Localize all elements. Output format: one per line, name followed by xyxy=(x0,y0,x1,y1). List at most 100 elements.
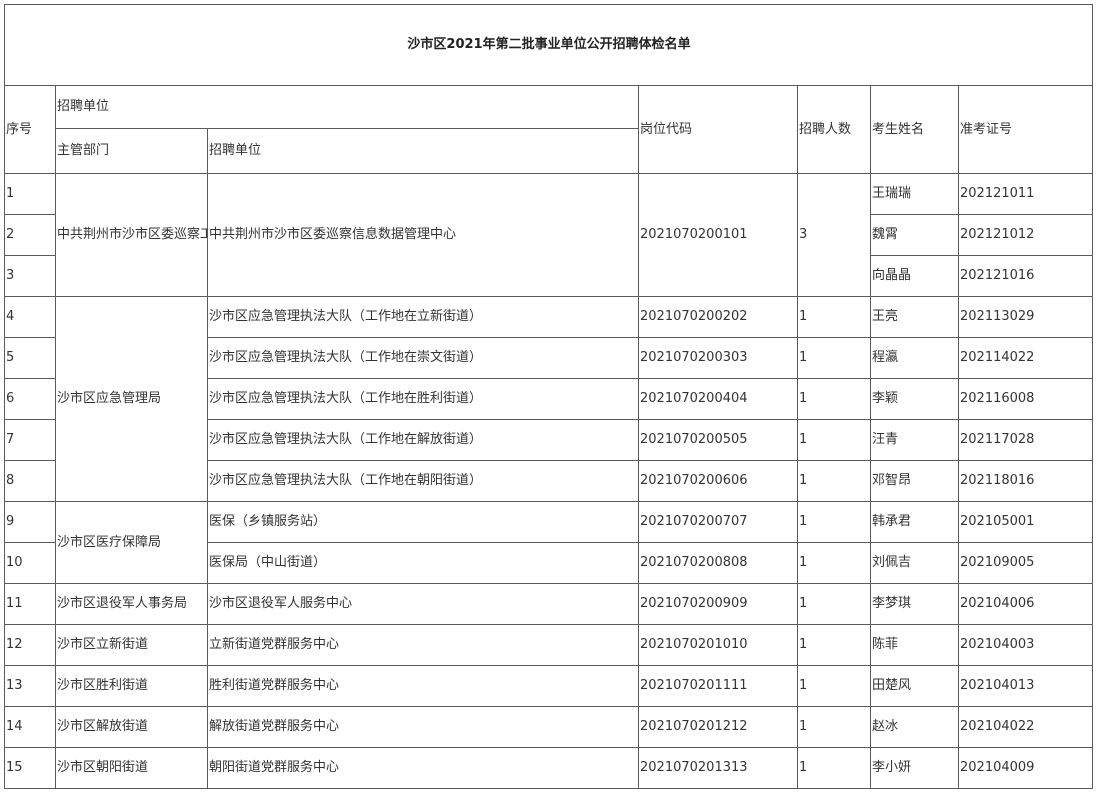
cell-count: 1 xyxy=(797,542,871,584)
cell-unit: 沙市区应急管理执法大队（工作地在胜利街道） xyxy=(207,378,639,420)
cell-name: 李小妍 xyxy=(870,747,959,789)
cell-name: 田楚风 xyxy=(870,665,959,707)
cell-count: 1 xyxy=(797,296,871,338)
cell-ticket: 202118016 xyxy=(957,460,1094,502)
cell-seq: 4 xyxy=(4,296,56,338)
cell-unit: 沙市区应急管理执法大队（工作地在解放街道） xyxy=(207,419,639,461)
cell-seq: 9 xyxy=(4,501,56,543)
cell-ticket: 202104006 xyxy=(957,583,1094,625)
cell-post-code: 2021070200303 xyxy=(638,337,798,379)
cell-unit: 沙市区应急管理执法大队（工作地在立新街道） xyxy=(207,296,639,338)
cell-count: 1 xyxy=(797,460,871,502)
cell-name: 邓智昂 xyxy=(870,460,959,502)
cell-name: 韩承君 xyxy=(870,501,959,543)
header-post-code: 岗位代码 xyxy=(638,85,798,174)
recruitment-table: 沙市区2021年第二批事业单位公开招聘体检名单 序号 招聘单位 岗位代码 招聘人… xyxy=(3,4,1094,789)
table-row: 13 沙市区胜利街道 胜利街道党群服务中心 2021070201111 1 田楚… xyxy=(4,665,1094,707)
cell-ticket: 202104003 xyxy=(957,624,1094,666)
cell-unit: 解放街道党群服务中心 xyxy=(207,706,639,748)
cell-name: 刘佩吉 xyxy=(870,542,959,584)
table-row: 15 沙市区朝阳街道 朝阳街道党群服务中心 2021070201313 1 李小… xyxy=(4,747,1094,789)
table-row: 1 中共荆州市沙市区委巡察工作领导小组办公室 中共荆州市沙市区委巡察信息数据管理… xyxy=(4,173,1094,297)
cell-ticket: 202109005 xyxy=(957,542,1094,584)
cell-ticket: 202113029 xyxy=(957,296,1094,338)
cell-dept: 沙市区应急管理局 xyxy=(55,296,208,502)
cell-seq: 5 xyxy=(4,337,56,379)
cell-post-code: 2021070200606 xyxy=(638,460,798,502)
cell-ticket: 202121011 xyxy=(957,173,1094,215)
table-row: 9 沙市区医疗保障局 医保（乡镇服务站） 2021070200707 1 韩承君… xyxy=(4,501,1094,584)
cell-dept: 中共荆州市沙市区委巡察工作领导小组办公室 xyxy=(55,173,208,297)
cell-unit: 沙市区应急管理执法大队（工作地在崇文街道） xyxy=(207,337,639,379)
table-row: 14 沙市区解放街道 解放街道党群服务中心 2021070201212 1 赵冰… xyxy=(4,706,1094,748)
cell-ticket: 202104013 xyxy=(957,665,1094,707)
cell-seq: 14 xyxy=(4,706,56,748)
cell-name: 李颖 xyxy=(870,378,959,420)
header-name: 考生姓名 xyxy=(870,85,959,174)
cell-seq: 1 xyxy=(4,173,56,215)
cell-name: 李梦琪 xyxy=(870,583,959,625)
cell-count: 1 xyxy=(797,419,871,461)
cell-post-code: 2021070200808 xyxy=(638,542,798,584)
cell-seq: 15 xyxy=(4,747,56,789)
cell-seq: 8 xyxy=(4,460,56,502)
cell-post-code: 2021070201010 xyxy=(638,624,798,666)
cell-seq: 13 xyxy=(4,665,56,707)
cell-post-code: 2021070201313 xyxy=(638,747,798,789)
cell-count: 1 xyxy=(797,747,871,789)
header-recruit-group: 招聘单位 xyxy=(55,85,639,129)
cell-name: 向晶晶 xyxy=(870,255,959,297)
cell-seq: 6 xyxy=(4,378,56,420)
cell-seq: 11 xyxy=(4,583,56,625)
cell-name: 陈菲 xyxy=(870,624,959,666)
table-title: 沙市区2021年第二批事业单位公开招聘体检名单 xyxy=(3,4,1094,86)
cell-ticket: 202121016 xyxy=(957,255,1094,297)
cell-seq: 3 xyxy=(4,255,56,297)
cell-post-code: 2021070200707 xyxy=(638,501,798,543)
header-dept: 主管部门 xyxy=(55,128,208,174)
cell-unit: 沙市区退役军人服务中心 xyxy=(207,583,639,625)
cell-seq: 2 xyxy=(4,214,56,256)
cell-post-code: 2021070200505 xyxy=(638,419,798,461)
cell-dept: 沙市区解放街道 xyxy=(55,706,208,748)
cell-dept: 沙市区医疗保障局 xyxy=(55,501,208,584)
cell-dept: 沙市区胜利街道 xyxy=(55,665,208,707)
cell-post-code: 2021070200101 xyxy=(638,173,798,297)
cell-name: 赵冰 xyxy=(870,706,959,748)
cell-name: 魏霄 xyxy=(870,214,959,256)
cell-ticket: 202121012 xyxy=(957,214,1094,256)
cell-unit: 沙市区应急管理执法大队（工作地在朝阳街道） xyxy=(207,460,639,502)
header-ticket: 准考证号 xyxy=(957,85,1094,174)
cell-post-code: 2021070201111 xyxy=(638,665,798,707)
cell-unit: 医保局（中山街道） xyxy=(207,542,639,584)
table-row: 11 沙市区退役军人事务局 沙市区退役军人服务中心 2021070200909 … xyxy=(4,583,1094,625)
cell-ticket: 202105001 xyxy=(957,501,1094,543)
header-unit: 招聘单位 xyxy=(207,128,639,174)
cell-ticket: 202116008 xyxy=(957,378,1094,420)
header-count: 招聘人数 xyxy=(797,85,871,174)
cell-name: 程瀛 xyxy=(870,337,959,379)
cell-count: 1 xyxy=(797,624,871,666)
cell-count: 1 xyxy=(797,501,871,543)
cell-unit: 胜利街道党群服务中心 xyxy=(207,665,639,707)
cell-ticket: 202104022 xyxy=(957,706,1094,748)
cell-post-code: 2021070200909 xyxy=(638,583,798,625)
cell-name: 王瑞瑞 xyxy=(870,173,959,215)
cell-seq: 10 xyxy=(4,542,56,584)
cell-seq: 7 xyxy=(4,419,56,461)
header-seq: 序号 xyxy=(4,85,56,174)
cell-count: 3 xyxy=(797,173,871,297)
cell-count: 1 xyxy=(797,378,871,420)
cell-ticket: 202117028 xyxy=(957,419,1094,461)
table-row: 12 沙市区立新街道 立新街道党群服务中心 2021070201010 1 陈菲… xyxy=(4,624,1094,666)
cell-count: 1 xyxy=(797,706,871,748)
cell-post-code: 2021070200202 xyxy=(638,296,798,338)
cell-dept: 沙市区退役军人事务局 xyxy=(55,583,208,625)
cell-post-code: 2021070200404 xyxy=(638,378,798,420)
cell-dept: 沙市区朝阳街道 xyxy=(55,747,208,789)
cell-name: 汪青 xyxy=(870,419,959,461)
cell-unit: 医保（乡镇服务站） xyxy=(207,501,639,543)
cell-ticket: 202114022 xyxy=(957,337,1094,379)
cell-count: 1 xyxy=(797,665,871,707)
cell-count: 1 xyxy=(797,583,871,625)
